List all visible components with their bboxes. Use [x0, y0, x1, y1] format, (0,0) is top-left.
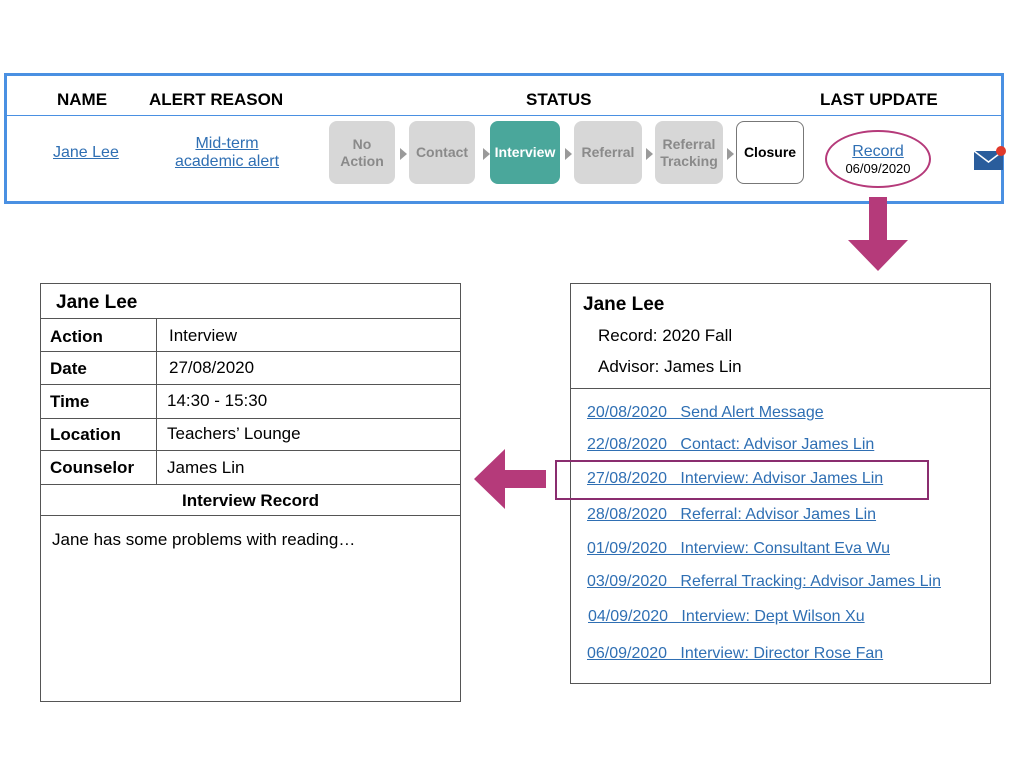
- field-value-counselor: James Lin: [167, 458, 245, 477]
- status-step-no-action[interactable]: No Action: [329, 121, 395, 184]
- divider: [41, 351, 460, 352]
- notification-dot: [996, 146, 1006, 156]
- record-date: 06/09/2020: [845, 160, 911, 176]
- alert-reason-link[interactable]: Mid-term academic alert: [167, 135, 287, 171]
- field-label-location: Location: [50, 425, 121, 444]
- field-value-location: Teachers’ Lounge: [167, 424, 301, 443]
- field-value-time: 14:30 - 15:30: [167, 391, 268, 410]
- interview-notes: Jane has some problems with reading…: [52, 530, 356, 549]
- step-arrow-icon: [483, 148, 490, 160]
- history-entry[interactable]: 01/09/2020 Interview: Consultant Eva Wu: [587, 540, 890, 558]
- record-link[interactable]: Record: [852, 142, 904, 161]
- student-name-link[interactable]: Jane Lee: [53, 144, 119, 162]
- detail-student-name: Jane Lee: [56, 292, 138, 313]
- divider: [571, 388, 990, 389]
- field-label-time: Time: [50, 392, 90, 411]
- header-alert-reason: ALERT REASON: [149, 90, 284, 109]
- field-value-action: Interview: [169, 326, 238, 345]
- divider: [41, 384, 460, 385]
- step-arrow-icon: [400, 148, 407, 160]
- divider: [41, 318, 460, 319]
- arrow-left-icon: [474, 449, 546, 509]
- header-last-update: LAST UPDATE: [820, 90, 938, 109]
- divider: [41, 484, 460, 485]
- history-entry[interactable]: 06/09/2020 Interview: Director Rose Fan: [587, 645, 883, 663]
- history-entry[interactable]: 04/09/2020 Interview: Dept Wilson Xu: [588, 608, 865, 626]
- alert-reason-line1[interactable]: Mid-term: [195, 135, 258, 152]
- field-label-counselor: Counselor: [50, 458, 135, 477]
- field-value-date: 27/08/2020: [169, 358, 255, 377]
- status-step-interview[interactable]: Interview: [490, 121, 560, 184]
- column-divider: [156, 318, 157, 484]
- status-step-contact[interactable]: Contact: [409, 121, 475, 184]
- record-student-name: Jane Lee: [583, 294, 665, 315]
- divider: [41, 450, 460, 451]
- header-divider: [7, 115, 1001, 116]
- header-status: STATUS: [526, 90, 592, 109]
- envelope-icon: [973, 146, 1006, 170]
- step-arrow-icon: [727, 148, 734, 160]
- step-arrow-icon: [646, 148, 653, 160]
- divider: [41, 515, 460, 516]
- field-label-action: Action: [50, 327, 103, 346]
- last-update-record[interactable]: Record 06/09/2020: [825, 130, 931, 188]
- step-arrow-icon: [565, 148, 572, 160]
- status-step-closure[interactable]: Closure: [736, 121, 804, 184]
- mail-button[interactable]: [973, 145, 1007, 173]
- history-entry[interactable]: 03/09/2020 Referral Tracking: Advisor Ja…: [587, 573, 941, 591]
- record-term: Record: 2020 Fall: [598, 326, 733, 345]
- status-step-referral[interactable]: Referral: [574, 121, 642, 184]
- interview-record-heading: Interview Record: [182, 491, 319, 510]
- field-label-date: Date: [50, 359, 87, 378]
- history-entry[interactable]: 28/08/2020 Referral: Advisor James Lin: [587, 506, 876, 524]
- header-name: NAME: [57, 90, 108, 109]
- record-advisor: Advisor: James Lin: [598, 357, 742, 376]
- history-entry[interactable]: 20/08/2020 Send Alert Message: [587, 404, 824, 422]
- history-entry[interactable]: 22/08/2020 Contact: Advisor James Lin: [587, 436, 874, 454]
- interview-detail-panel: Jane Lee Action Interview Date 27/08/202…: [40, 283, 461, 702]
- selected-entry-highlight: [555, 460, 929, 500]
- alert-reason-line2[interactable]: academic alert: [175, 153, 279, 170]
- arrow-down-icon: [848, 197, 908, 271]
- divider: [41, 418, 460, 419]
- status-step-referral-tracking[interactable]: Referral Tracking: [655, 121, 723, 184]
- alert-table: NAME ALERT REASON STATUS LAST UPDATE Jan…: [4, 73, 1007, 204]
